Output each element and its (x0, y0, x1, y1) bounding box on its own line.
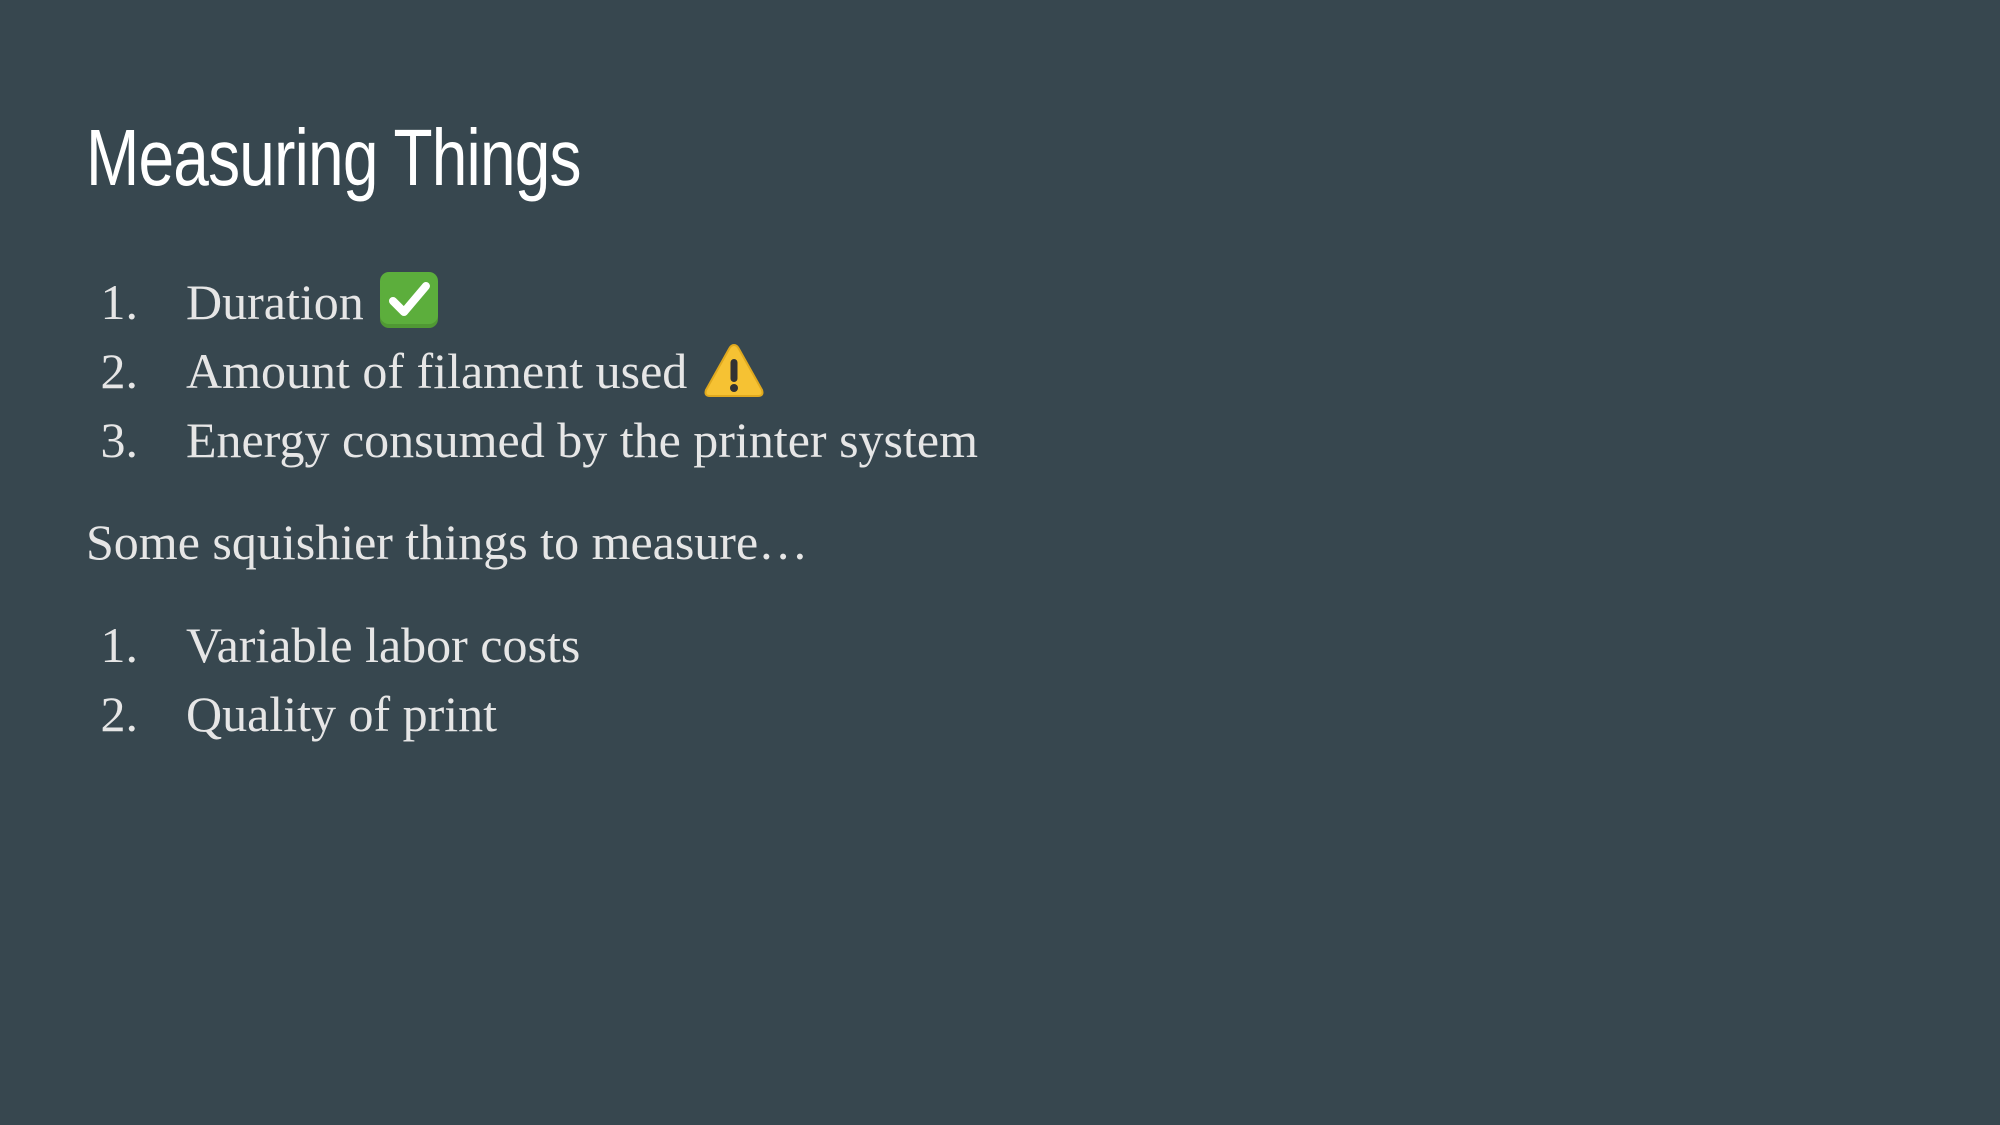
list-item-number: 2. (100, 343, 139, 399)
list-item-text: Amount of filament used (186, 343, 688, 399)
list-item-number: 3. (100, 412, 139, 468)
list-item-text: Quality of print (186, 686, 498, 742)
slide-title: Measuring Things (86, 113, 582, 202)
list-item-text: Duration (186, 274, 364, 330)
list-item-number: 1. (100, 274, 139, 330)
list-item-text: Energy consumed by the printer system (186, 412, 978, 468)
slide: Measuring Things 1. Duration 2. Amount o… (0, 0, 2000, 1125)
warning-icon (703, 341, 765, 399)
check-mark-button-icon (379, 272, 438, 328)
list-item-text: Variable labor costs (186, 617, 581, 673)
body-paragraph: Some squishier things to measure… (86, 514, 809, 570)
list-item-number: 1. (100, 617, 139, 673)
list-item-number: 2. (100, 686, 139, 742)
